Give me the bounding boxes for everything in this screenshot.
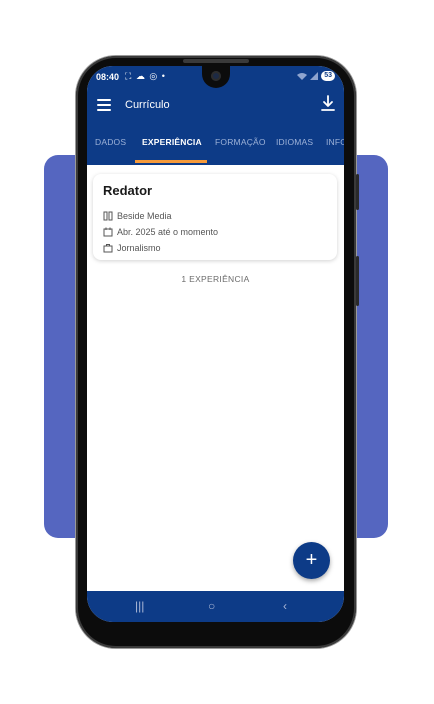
power-button bbox=[356, 256, 359, 306]
phone-speaker bbox=[183, 59, 249, 63]
building-icon bbox=[103, 211, 113, 221]
tab-info[interactable]: INFO bbox=[326, 137, 344, 147]
tab-formacao[interactable]: FORMAÇÃO bbox=[215, 137, 266, 147]
add-experience-button[interactable]: + bbox=[293, 542, 330, 579]
page-title: Currículo bbox=[125, 99, 170, 111]
company-row: Beside Media bbox=[103, 211, 172, 221]
experience-title: Redator bbox=[103, 183, 153, 198]
notification-icons: ⛶ ☁ ◎ • bbox=[125, 71, 166, 82]
tab-bar: DADOS EXPERIÊNCIA FORMAÇÃO IDIOMAS INFO bbox=[87, 128, 344, 165]
recent-apps-icon[interactable]: ||| bbox=[135, 599, 144, 613]
experience-period: Abr. 2025 até o momento bbox=[117, 227, 219, 237]
briefcase-icon bbox=[103, 244, 113, 253]
active-tab-indicator bbox=[135, 160, 207, 163]
status-time: 08:40 bbox=[96, 72, 120, 82]
volume-button bbox=[356, 174, 359, 210]
toolbar: Currículo bbox=[87, 92, 344, 118]
menu-icon[interactable] bbox=[97, 99, 111, 111]
signal-icon bbox=[310, 72, 319, 80]
area-row: Jornalismo bbox=[103, 243, 161, 253]
wifi-icon bbox=[297, 73, 308, 80]
tab-dados[interactable]: DADOS bbox=[95, 137, 126, 147]
experience-count: 1 EXPERIÊNCIA bbox=[181, 274, 250, 284]
system-icons: 53 bbox=[297, 71, 335, 81]
app-bar: 08:40 ⛶ ☁ ◎ • 53 Currículo DADOS EXPERIÊ… bbox=[87, 66, 344, 165]
system-nav-bar: ||| ○ ‹ bbox=[87, 591, 344, 622]
screenshot-icon: ⛶ bbox=[125, 71, 133, 81]
tab-idiomas[interactable]: IDIOMAS bbox=[276, 137, 313, 147]
back-icon[interactable]: ‹ bbox=[283, 599, 287, 613]
front-camera-icon bbox=[211, 71, 221, 81]
battery-icon: 53 bbox=[321, 71, 335, 81]
cloud-icon: ☁ bbox=[135, 71, 146, 81]
chrome-icon: ◎ bbox=[149, 71, 159, 81]
calendar-icon bbox=[103, 227, 113, 237]
dot-icon: • bbox=[161, 71, 166, 81]
tab-experiencia[interactable]: EXPERIÊNCIA bbox=[142, 137, 202, 147]
period-row: Abr. 2025 até o momento bbox=[103, 227, 218, 237]
phone-screen: 08:40 ⛶ ☁ ◎ • 53 Currículo DADOS EXPERIÊ… bbox=[87, 66, 344, 622]
experience-card[interactable]: Redator Beside Media Abr. 2025 até o mom… bbox=[93, 174, 337, 260]
home-icon[interactable]: ○ bbox=[208, 599, 215, 613]
download-icon[interactable] bbox=[320, 95, 336, 113]
experience-area: Jornalismo bbox=[117, 243, 161, 253]
experience-company: Beside Media bbox=[117, 211, 172, 221]
